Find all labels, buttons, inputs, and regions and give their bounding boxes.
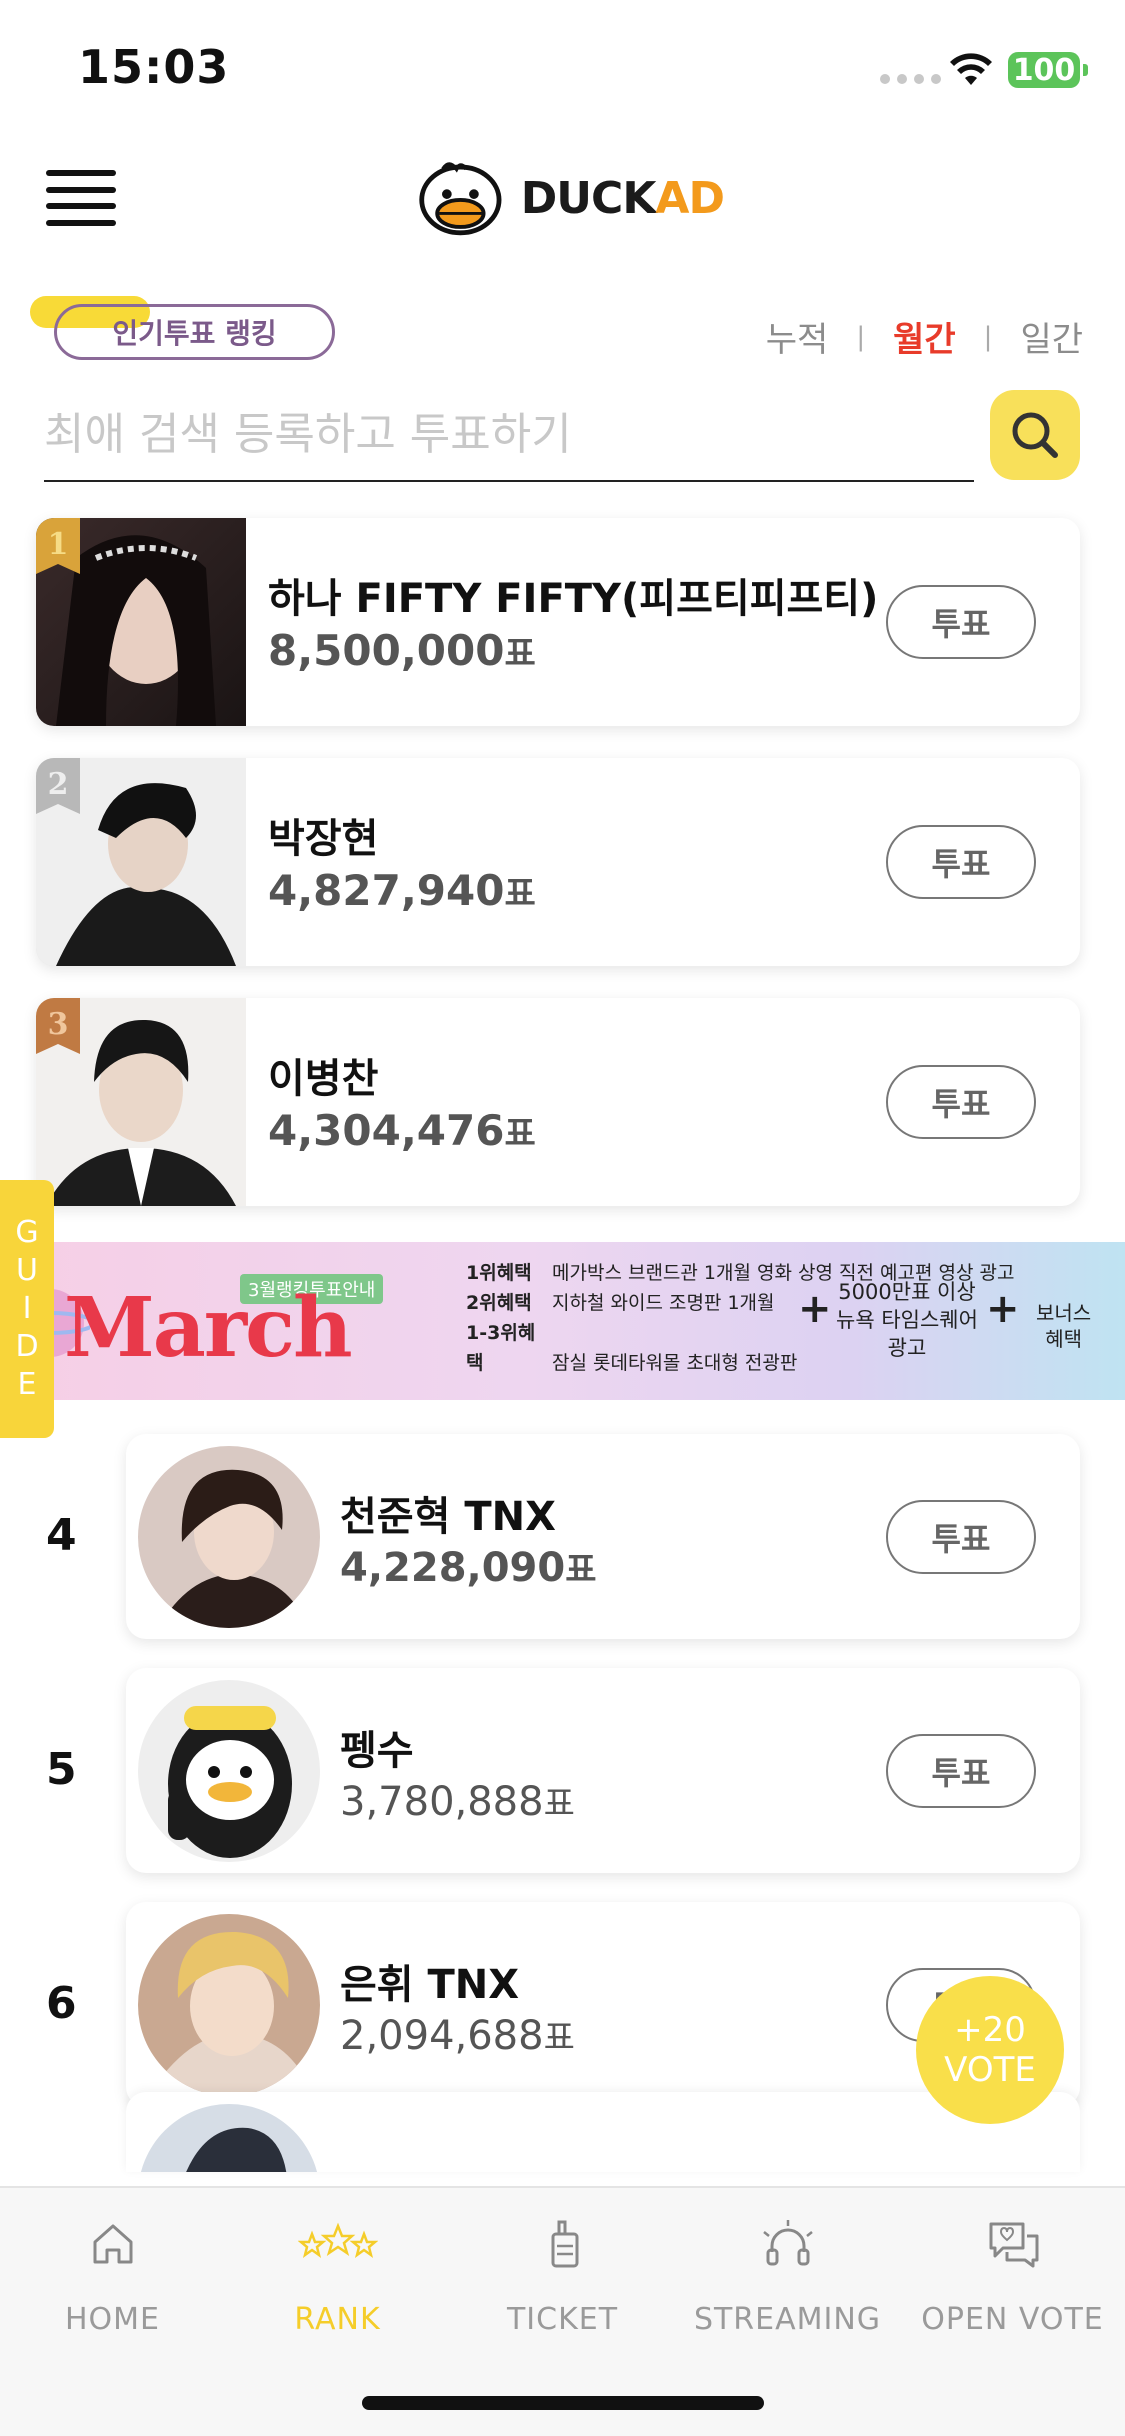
svg-text:3: 3 bbox=[48, 1007, 69, 1042]
menu-button[interactable] bbox=[46, 170, 116, 226]
artist-name: 천준혁 TNX bbox=[340, 1494, 556, 1540]
duckad-logo[interactable]: DUCKAD bbox=[414, 158, 725, 238]
status-time: 15:03 bbox=[78, 40, 230, 94]
stars-icon bbox=[297, 2222, 378, 2258]
search-input[interactable] bbox=[44, 390, 974, 478]
wifi-icon bbox=[950, 53, 992, 85]
vote-button[interactable]: 투표 bbox=[886, 1734, 1036, 1808]
tab-home[interactable]: HOME bbox=[0, 2216, 225, 2337]
app-header: DUCKAD bbox=[0, 140, 1125, 260]
plus-icon: + bbox=[986, 1286, 1020, 1332]
home-icon bbox=[93, 2224, 132, 2264]
cellular-signal-icon bbox=[880, 74, 941, 84]
vote-button[interactable]: 투표 bbox=[886, 825, 1036, 899]
svg-text:1: 1 bbox=[48, 527, 69, 562]
rank-list-item: 4 천준혁 TNX 4,228,090표 투표 bbox=[0, 1434, 1125, 1639]
artist-name: 이병찬 bbox=[268, 1056, 379, 1102]
vote-count: 8,500,000표 bbox=[268, 626, 536, 675]
logo-text: DUCKAD bbox=[520, 172, 725, 224]
banner-month: March bbox=[64, 1280, 353, 1376]
vote-button[interactable]: 투표 bbox=[886, 585, 1036, 659]
rank-number: 4 bbox=[46, 1510, 77, 1561]
tab-ticket[interactable]: TICKET bbox=[450, 2216, 675, 2337]
artist-name: 펭수 bbox=[340, 1728, 414, 1774]
tab-daily[interactable]: 일간 bbox=[1020, 312, 1083, 361]
vote-button[interactable]: 투표 bbox=[886, 1500, 1036, 1574]
battery-icon: 100 bbox=[1008, 52, 1088, 88]
artist-avatar bbox=[138, 1914, 320, 2096]
rank-card[interactable]: 펭수 3,780,888표 투표 bbox=[126, 1668, 1080, 1873]
rank-card[interactable]: 천준혁 TNX 4,228,090표 투표 bbox=[126, 1434, 1080, 1639]
monthly-vote-banner[interactable]: 3월랭킹투표안내 March 1위혜택 메가박스 브랜드관 1개월 영화 상영 직… bbox=[36, 1242, 1125, 1400]
artist-avatar bbox=[140, 2104, 318, 2172]
tab-monthly[interactable]: 월간 bbox=[893, 312, 956, 361]
search-button[interactable] bbox=[990, 390, 1080, 480]
silver-medal-icon: 2 bbox=[36, 758, 80, 814]
ticket-icon bbox=[551, 2220, 578, 2268]
guide-tab[interactable]: GUIDE bbox=[0, 1180, 54, 1438]
vote-button[interactable]: 투표 bbox=[886, 1065, 1036, 1139]
tab-rank[interactable]: RANK bbox=[225, 2216, 450, 2337]
vote-count: 2,094,688표 bbox=[340, 2013, 575, 2059]
ranking-badge-label: 인기투표 랭킹 bbox=[54, 304, 335, 360]
vote-count: 4,228,090표 bbox=[340, 1545, 597, 1591]
tab-cumulative[interactable]: 누적 bbox=[766, 312, 829, 361]
ranking-badge: 인기투표 랭킹 bbox=[30, 292, 335, 362]
rank-list-item: 5 펭수 3,780,888표 투표 bbox=[0, 1668, 1125, 1873]
top-rank-card[interactable]: 1 하나 FIFTY FIFTY(피프티피프티) 8,500,000표 투표 bbox=[36, 518, 1080, 726]
plus-icon: + bbox=[798, 1286, 832, 1332]
artist-avatar bbox=[138, 1680, 320, 1862]
vote-count: 4,304,476표 bbox=[268, 1106, 536, 1155]
top-rank-card[interactable]: 2 박장현 4,827,940표 투표 bbox=[36, 758, 1080, 966]
home-indicator bbox=[362, 2396, 764, 2410]
artist-name: 박장현 bbox=[268, 816, 379, 862]
artist-name: 은휘 TNX bbox=[340, 1962, 520, 2008]
vote-count: 4,827,940표 bbox=[268, 866, 536, 915]
tab-separator: | bbox=[983, 321, 993, 352]
banner-times-square: 5000만표 이상 뉴욕 타임스퀘어 광고 bbox=[836, 1280, 978, 1360]
tab-streaming[interactable]: STREAMING bbox=[675, 2216, 900, 2337]
top-rank-card[interactable]: 3 이병찬 4,304,476표 투표 bbox=[36, 998, 1080, 1206]
tab-open-vote[interactable]: OPEN VOTE bbox=[900, 2216, 1125, 2337]
period-tabs: 누적 | 월간 | 일간 bbox=[766, 312, 1083, 361]
svg-text:2: 2 bbox=[48, 767, 69, 802]
chat-vote-icon bbox=[989, 2222, 1038, 2268]
artist-avatar bbox=[138, 1446, 320, 1628]
bronze-medal-icon: 3 bbox=[36, 998, 80, 1054]
search-icon bbox=[1012, 412, 1058, 458]
rank-number: 6 bbox=[46, 1978, 77, 2029]
tab-separator: | bbox=[856, 321, 866, 352]
vote-count: 3,780,888표 bbox=[340, 1779, 575, 1825]
duck-logo-icon bbox=[419, 162, 502, 236]
search-field bbox=[44, 390, 974, 482]
status-bar: 15:03 100 bbox=[0, 0, 1125, 140]
bonus-vote-fab[interactable]: +20 VOTE bbox=[916, 1976, 1064, 2124]
headphones-icon bbox=[762, 2220, 813, 2266]
rank-card-partial[interactable] bbox=[126, 2092, 1080, 2172]
gold-medal-icon: 1 bbox=[36, 518, 80, 574]
rank-number: 5 bbox=[46, 1744, 77, 1795]
banner-bonus: 보너스 혜택 bbox=[1036, 1301, 1092, 1351]
artist-name: 하나 FIFTY FIFTY(피프티피프티) bbox=[268, 576, 879, 622]
